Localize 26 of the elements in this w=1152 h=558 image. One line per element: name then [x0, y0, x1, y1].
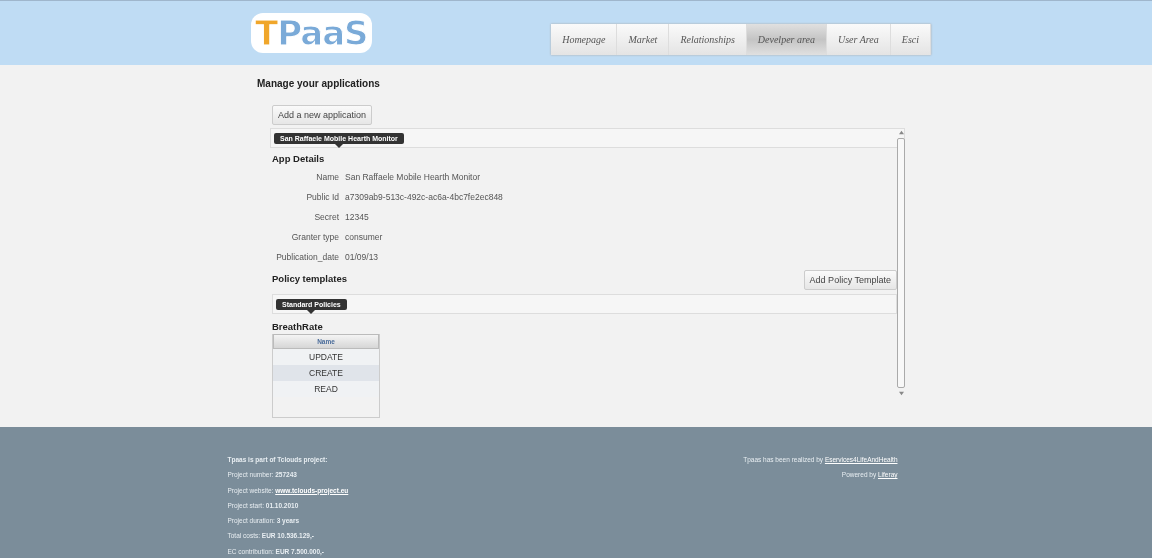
field-value: 01/09/13 — [345, 252, 379, 262]
field-label: Publication_date — [275, 252, 339, 262]
field-value: 12345 — [345, 212, 369, 222]
scroll-down-icon[interactable] — [897, 391, 905, 396]
nav-tab[interactable]: Relationships — [669, 23, 747, 55]
add-application-button[interactable]: Add a new application — [272, 105, 373, 125]
field-value: a7309ab9-513c-492c-ac6a-4bc7fe2ec848 — [345, 192, 503, 202]
field-value: San Raffaele Mobile Hearth Monitor — [345, 172, 480, 182]
nav-tab[interactable]: Esci — [890, 23, 931, 55]
policy-name: BreathRate — [272, 321, 324, 332]
field-label: Name — [315, 172, 339, 182]
section-title: App Details — [272, 153, 326, 164]
field-label: Public Id — [305, 192, 339, 202]
nav-tab[interactable]: Homepage — [551, 23, 618, 55]
nav-tab[interactable]: Develper area — [746, 23, 827, 55]
field-label: Secret — [313, 212, 339, 222]
section-title: Policy templates — [272, 273, 347, 284]
page-title: Manage your applications — [257, 78, 381, 89]
field-value: consumer — [345, 232, 383, 242]
nav-tab[interactable]: User Area — [826, 23, 891, 55]
scrollbar[interactable] — [897, 130, 905, 396]
scroll-up-icon[interactable] — [897, 130, 905, 135]
table-row[interactable]: CREATE — [273, 365, 379, 381]
add-policy-template-button[interactable]: Add Policy Template — [803, 270, 897, 290]
field-label: Granter type — [290, 232, 339, 242]
nav-tab[interactable]: Market — [617, 23, 670, 55]
